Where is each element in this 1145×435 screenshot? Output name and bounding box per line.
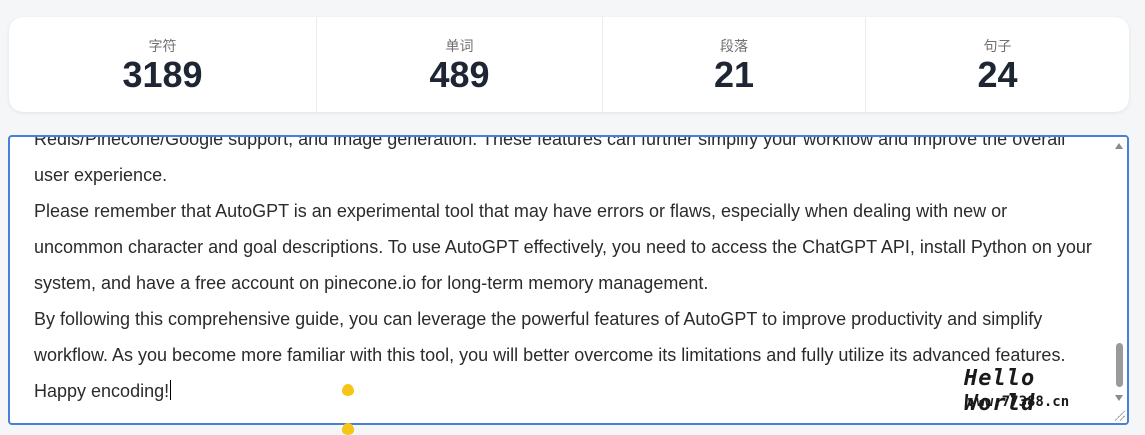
- editor-content[interactable]: Redis/Pinecone/Google support, and image…: [34, 137, 1094, 409]
- stat-value: 3189: [122, 53, 203, 95]
- stat-value: 24: [977, 53, 1018, 95]
- cursor-indicator-icon: [342, 423, 354, 435]
- stat-words: 单词 489: [317, 17, 603, 112]
- stat-sentences: 句子 24: [866, 17, 1129, 112]
- stat-paragraphs: 段落 21: [603, 17, 866, 112]
- editor-paragraph-last[interactable]: By following this comprehensive guide, y…: [34, 301, 1094, 409]
- stat-characters: 字符 3189: [9, 17, 317, 112]
- stat-value: 21: [713, 53, 755, 95]
- editor-paragraph-text[interactable]: By following this comprehensive guide, y…: [34, 309, 1065, 401]
- text-caret: [170, 380, 172, 400]
- cursor-indicator-icon: [342, 384, 354, 396]
- stat-value: 489: [429, 53, 490, 95]
- stat-label: 段落: [720, 38, 748, 55]
- watermark-url: www.77388.cn: [968, 394, 1070, 410]
- watermark: Hello World www.77388.cn: [958, 366, 1118, 416]
- stat-label: 单词: [445, 38, 474, 55]
- editor-paragraph[interactable]: Redis/Pinecone/Google support, and image…: [34, 137, 1094, 193]
- stat-label: 句子: [983, 38, 1012, 55]
- editor-paragraph[interactable]: Please remember that AutoGPT is an exper…: [34, 193, 1094, 301]
- stat-label: 字符: [148, 38, 177, 55]
- stats-panel: 字符 3189 单词 489 段落 21 句子 24: [9, 17, 1129, 112]
- scroll-up-arrow-icon[interactable]: [1115, 143, 1123, 149]
